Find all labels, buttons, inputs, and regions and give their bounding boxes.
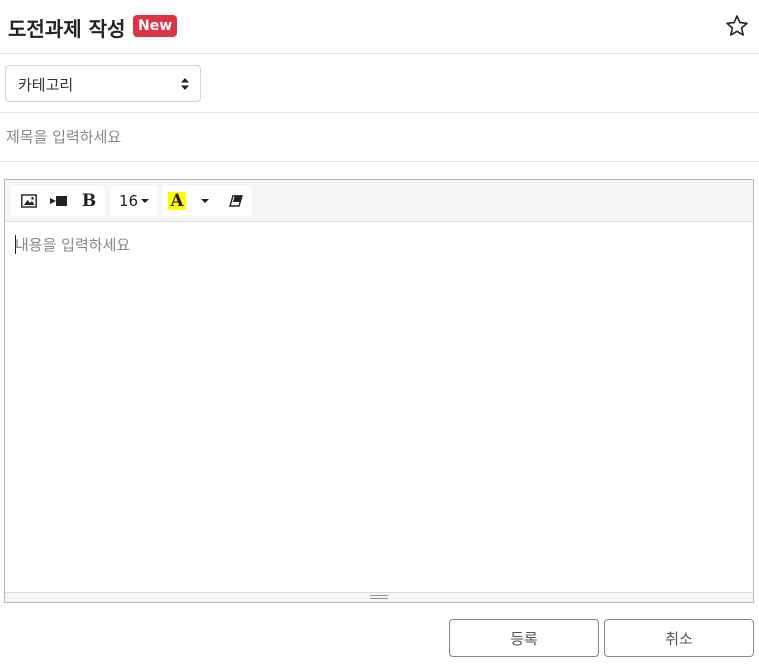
text-color-icon: A bbox=[168, 191, 186, 211]
insert-image-button[interactable] bbox=[15, 186, 43, 216]
select-arrows-icon bbox=[181, 78, 189, 90]
caret-down-icon bbox=[200, 199, 209, 203]
font-size-dropdown[interactable]: 16 bbox=[110, 186, 158, 216]
page-header: 도전과제 작성 New bbox=[0, 0, 759, 54]
category-select-value: 카테고리 bbox=[18, 76, 74, 94]
image-icon bbox=[21, 194, 37, 208]
editor-resize-handle[interactable] bbox=[5, 592, 753, 602]
editor-placeholder: 내용을 입력하세요 bbox=[15, 236, 131, 254]
category-row: 카테고리 bbox=[0, 54, 759, 113]
title-row bbox=[0, 113, 759, 162]
cancel-button[interactable]: 취소 bbox=[604, 619, 754, 657]
font-size-value: 16 bbox=[118, 192, 139, 210]
toolbar-group-style: A bbox=[162, 186, 252, 216]
title-input[interactable] bbox=[0, 113, 759, 161]
star-icon[interactable] bbox=[725, 14, 749, 38]
insert-video-button[interactable] bbox=[45, 186, 73, 216]
eraser-icon bbox=[229, 195, 243, 207]
rich-text-editor: B 16 A 내용을 입력하세요 bbox=[4, 179, 754, 603]
clear-format-button[interactable] bbox=[222, 186, 250, 216]
bold-label: B bbox=[81, 191, 97, 211]
video-icon bbox=[50, 196, 67, 206]
submit-button[interactable]: 등록 bbox=[449, 619, 599, 657]
new-badge: New bbox=[133, 15, 178, 37]
editor-content[interactable]: 내용을 입력하세요 bbox=[5, 222, 753, 592]
page-title: 도전과제 작성 bbox=[8, 17, 126, 41]
category-select[interactable]: 카테고리 bbox=[5, 65, 201, 102]
text-cursor bbox=[15, 235, 16, 254]
toolbar-group-size: 16 bbox=[110, 186, 158, 216]
bold-button[interactable]: B bbox=[75, 186, 103, 216]
color-dropdown-button[interactable] bbox=[192, 186, 214, 216]
grip-icon bbox=[370, 595, 388, 599]
caret-down-icon bbox=[141, 199, 150, 203]
editor-toolbar: B 16 A bbox=[5, 180, 753, 222]
highlight-color-button[interactable]: A bbox=[164, 186, 190, 216]
toolbar-group-insert: B bbox=[11, 186, 105, 216]
